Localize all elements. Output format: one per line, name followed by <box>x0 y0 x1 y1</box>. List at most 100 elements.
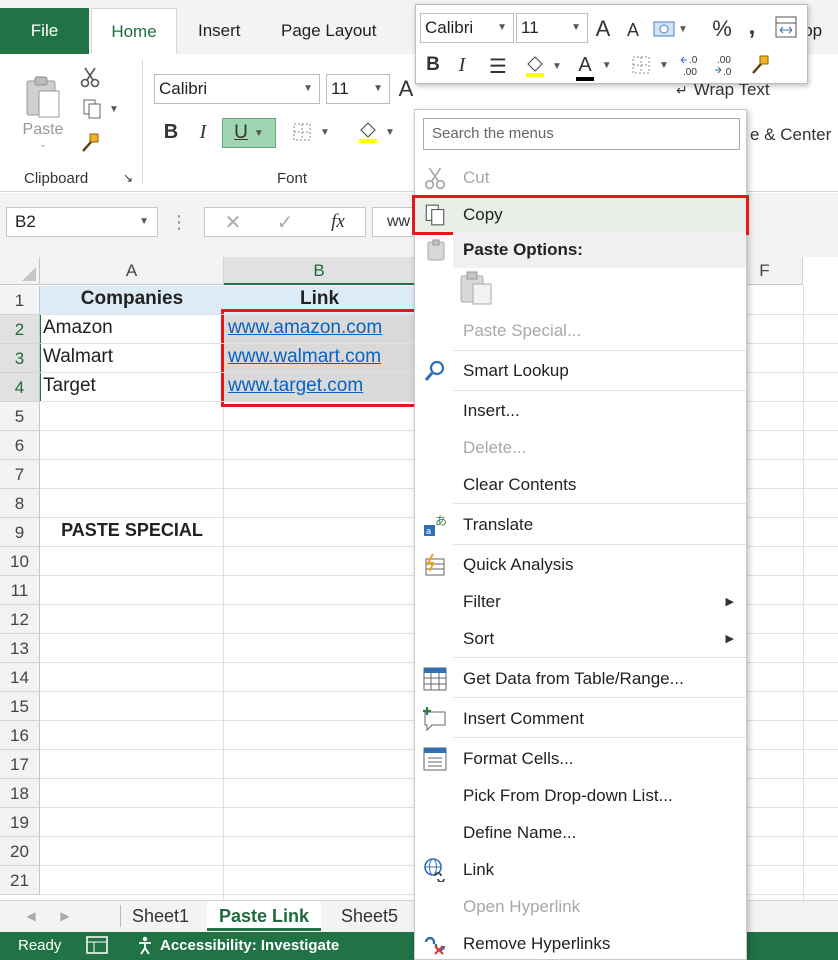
mini-format-painter-button[interactable] <box>746 51 774 79</box>
mini-percent-icon[interactable]: % <box>710 15 734 43</box>
row-header[interactable]: 19 <box>0 808 40 837</box>
copy-button[interactable]: ▼ <box>76 96 124 122</box>
menu-item-pick-from-list[interactable]: Pick From Drop-down List... <box>415 778 746 814</box>
scroll-right-icon[interactable]: ▶ <box>58 907 72 925</box>
insert-function-icon[interactable]: fx <box>323 210 353 234</box>
row-header[interactable]: 10 <box>0 547 40 576</box>
tab-file[interactable]: File <box>0 8 89 54</box>
tab-page-layout[interactable]: Page Layout <box>263 8 394 54</box>
row-header[interactable]: 9 <box>0 518 40 547</box>
mini-borders-button[interactable]: ▼ <box>626 51 674 79</box>
tab-home[interactable]: Home <box>91 8 177 54</box>
clipboard-dialog-launcher-icon[interactable]: ↘ <box>120 170 136 186</box>
mini-decrease-decimal-icon[interactable]: .00.0 <box>712 51 740 79</box>
sheet-tab-paste-link[interactable]: Paste Link <box>207 901 322 931</box>
cell-a4[interactable]: Target <box>43 375 96 397</box>
menu-item-filter[interactable]: Filter ▶ <box>415 584 746 620</box>
row-header[interactable]: 8 <box>0 489 40 518</box>
menu-item-insert[interactable]: Insert... <box>415 393 746 429</box>
row-header[interactable]: 1 <box>0 286 40 315</box>
menu-item-smart-lookup[interactable]: Smart Lookup <box>415 353 746 389</box>
mini-font-name-combo[interactable]: Calibri ▼ <box>420 13 514 43</box>
mini-accounting-format-button[interactable]: ▼ <box>652 15 688 43</box>
scroll-left-icon[interactable]: ◀ <box>24 907 38 925</box>
select-all-corner[interactable] <box>0 257 40 285</box>
menu-item-insert-comment[interactable]: Insert Comment <box>415 701 746 737</box>
row-header[interactable]: 13 <box>0 634 40 663</box>
mini-decrease-font-icon[interactable]: A <box>622 17 644 43</box>
menu-item-label: Delete... <box>463 438 527 457</box>
fill-color-button[interactable]: ▼ <box>352 118 400 146</box>
row-header[interactable]: 3 <box>0 344 40 373</box>
row-header[interactable]: 12 <box>0 605 40 634</box>
row-header[interactable]: 7 <box>0 460 40 489</box>
mini-italic-button[interactable]: I <box>452 51 472 79</box>
row-header[interactable]: 2 <box>0 315 40 344</box>
row-header[interactable]: 6 <box>0 431 40 460</box>
mini-increase-font-icon[interactable]: A <box>592 15 614 43</box>
paste-button[interactable]: Paste ⌄ <box>16 62 70 162</box>
macro-record-icon[interactable] <box>86 936 108 958</box>
menu-item-get-data[interactable]: Get Data from Table/Range... <box>415 661 746 697</box>
accessibility-status[interactable]: Accessibility: Investigate <box>160 937 339 954</box>
bold-button[interactable]: B <box>158 118 184 146</box>
increase-font-size-icon[interactable]: A <box>396 74 416 104</box>
name-box[interactable]: B2 ▼ <box>6 207 158 237</box>
cell-a3[interactable]: Walmart <box>43 346 113 368</box>
cell-b1[interactable]: Link <box>224 288 415 310</box>
merge-center-button[interactable]: e & Center <box>750 122 838 148</box>
menu-item-format-cells[interactable]: Format Cells... <box>415 741 746 777</box>
row-header[interactable]: 17 <box>0 750 40 779</box>
row-header[interactable]: 16 <box>0 721 40 750</box>
mini-center-align-icon[interactable]: ☰ <box>486 53 510 79</box>
cell-a2[interactable]: Amazon <box>43 317 113 339</box>
tab-insert[interactable]: Insert <box>180 8 259 54</box>
italic-button[interactable]: I <box>192 118 214 146</box>
enter-check-icon[interactable]: ✓ <box>271 210 299 234</box>
menu-item-delete[interactable]: Delete... <box>415 430 746 466</box>
menu-search-input[interactable]: Search the menus <box>423 118 740 150</box>
menu-item-sort[interactable]: Sort ▶ <box>415 621 746 657</box>
menu-item-clear-contents[interactable]: Clear Contents <box>415 467 746 503</box>
font-size-combo[interactable]: 11 ▼ <box>326 74 390 104</box>
menu-item-remove-hyperlinks[interactable]: Remove Hyperlinks <box>415 926 746 960</box>
underline-button[interactable]: U ▼ <box>222 118 276 148</box>
mini-increase-decimal-icon[interactable]: .0.00 <box>678 51 706 79</box>
sheet-tab-sheet1[interactable]: Sheet1 <box>120 901 201 931</box>
mini-font-size-combo[interactable]: 11 ▼ <box>516 13 588 43</box>
menu-item-open-hyperlink[interactable]: Open Hyperlink <box>415 889 746 925</box>
cancel-icon[interactable]: ✕ <box>219 210 247 234</box>
row-header[interactable]: 11 <box>0 576 40 605</box>
row-header[interactable]: 4 <box>0 373 40 402</box>
cell-a9[interactable]: PASTE SPECIAL <box>40 520 224 541</box>
row-header[interactable]: 18 <box>0 779 40 808</box>
row-header[interactable]: 14 <box>0 663 40 692</box>
mini-fill-color-button[interactable]: ▼ <box>520 51 566 81</box>
row-header[interactable]: 20 <box>0 837 40 866</box>
mini-comma-style-icon[interactable]: , <box>744 13 760 41</box>
menu-item-quick-analysis[interactable]: Quick Analysis <box>415 547 746 583</box>
copy-dropdown-icon[interactable]: ▼ <box>109 104 119 115</box>
paste-dropdown-icon[interactable]: ⌄ <box>39 139 47 150</box>
mini-column-width-icon[interactable] <box>772 13 800 41</box>
menu-item-link[interactable]: Link <box>415 852 746 888</box>
mini-bold-button[interactable]: B <box>422 51 444 79</box>
accessibility-icon[interactable] <box>136 935 156 959</box>
cell-a1[interactable]: Companies <box>40 288 224 310</box>
row-header[interactable]: 15 <box>0 692 40 721</box>
cut-button[interactable] <box>76 64 104 90</box>
menu-item-cut[interactable]: Cut <box>415 160 746 196</box>
format-painter-button[interactable] <box>76 130 104 156</box>
column-header-a[interactable]: A <box>40 257 224 285</box>
sheet-tab-sheet5[interactable]: Sheet5 <box>329 901 410 931</box>
borders-button[interactable]: ▼ <box>286 118 336 146</box>
font-name-combo[interactable]: Calibri ▼ <box>154 74 320 104</box>
row-header[interactable]: 21 <box>0 866 40 895</box>
column-header-b[interactable]: B <box>224 257 415 285</box>
mini-font-color-button[interactable]: A ▼ <box>572 49 618 81</box>
row-header[interactable]: 5 <box>0 402 40 431</box>
paste-option-default-button[interactable] <box>459 270 499 310</box>
menu-item-translate[interactable]: a あ Translate <box>415 507 746 543</box>
menu-item-define-name[interactable]: Define Name... <box>415 815 746 851</box>
menu-item-paste-special[interactable]: Paste Special... <box>415 313 746 349</box>
